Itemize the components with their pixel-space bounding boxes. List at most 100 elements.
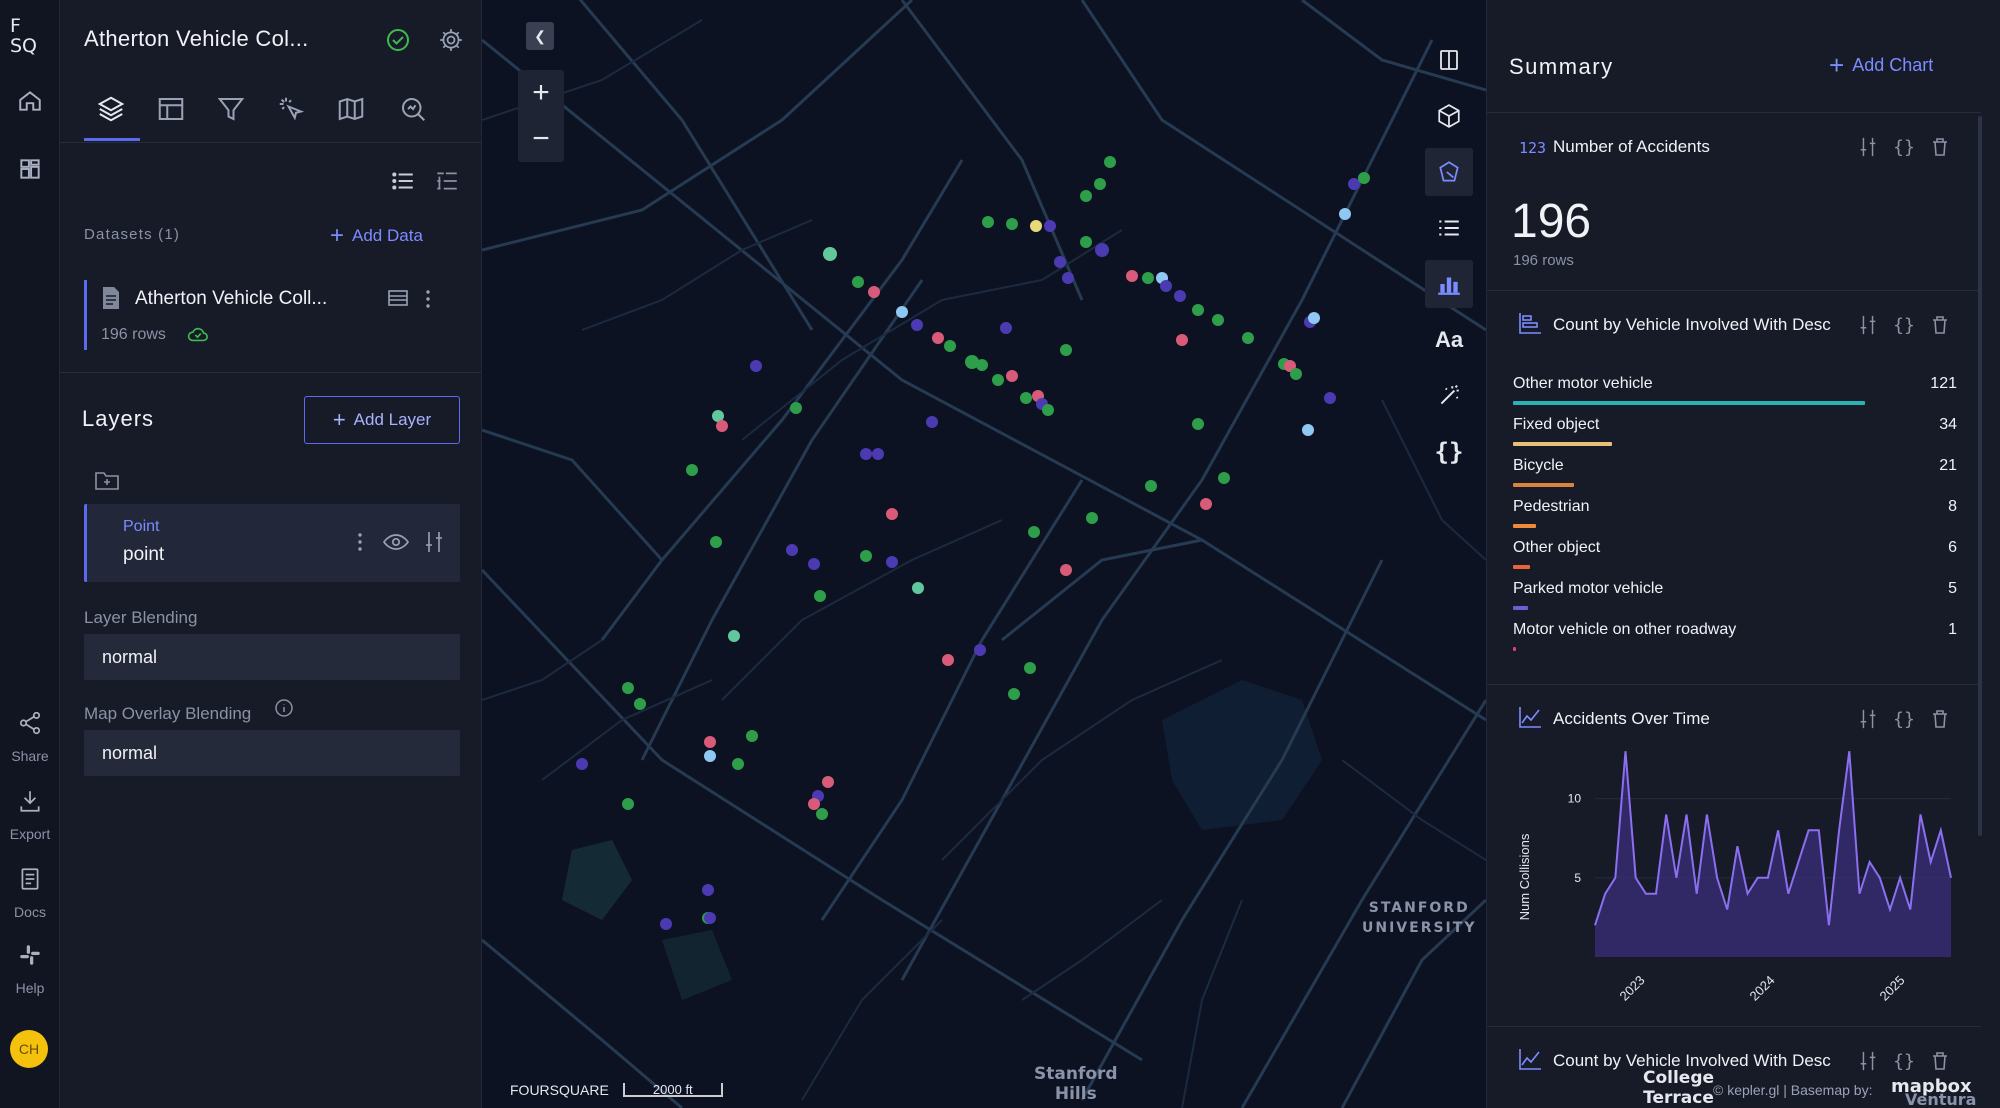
layer-name[interactable]: point: [123, 544, 164, 566]
card-settings-icon[interactable]: [1855, 1049, 1881, 1073]
docs-icon[interactable]: [17, 866, 43, 892]
layers-title: Layers: [82, 406, 155, 431]
cloud-synced-icon: [187, 327, 208, 342]
export-icon[interactable]: [17, 788, 43, 814]
map-label-stanford-hills: Stanford Hills: [1034, 1064, 1118, 1104]
info-icon[interactable]: [274, 698, 294, 718]
bar-row[interactable]: Pedestrian 8: [1513, 498, 1957, 538]
layer-settings-sliders-icon[interactable]: [423, 530, 445, 554]
card-code-icon[interactable]: {}: [1891, 707, 1917, 731]
tab-interaction-icon[interactable]: [276, 94, 306, 124]
tree-view-icon[interactable]: [434, 168, 460, 194]
export-label[interactable]: Export: [0, 826, 60, 842]
dashboard-icon[interactable]: [17, 156, 43, 182]
bar-fill: [1513, 606, 1528, 610]
tab-layers-icon[interactable]: [96, 94, 126, 124]
map-title[interactable]: Atherton Vehicle Col...: [84, 26, 309, 52]
dataset-rows: 196 rows: [101, 326, 166, 343]
text-button[interactable]: Aa: [1425, 316, 1473, 364]
bar-row[interactable]: Other motor vehicle 121: [1513, 375, 1957, 415]
bar-row[interactable]: Fixed object 34: [1513, 416, 1957, 456]
slack-icon[interactable]: [17, 942, 43, 968]
user-avatar[interactable]: CH: [10, 1030, 48, 1068]
share-label[interactable]: Share: [0, 748, 60, 764]
chart-button[interactable]: [1425, 260, 1473, 308]
magic-wand-button[interactable]: [1425, 372, 1473, 420]
layer-blending-select[interactable]: normal: [84, 634, 460, 680]
accident-count-rows: 196 rows: [1513, 252, 1574, 269]
split-map-button[interactable]: [1425, 36, 1473, 84]
bar-label: Other motor vehicle: [1513, 375, 1653, 392]
add-layer-button[interactable]: + Add Layer: [304, 396, 460, 444]
bar-value: 34: [1939, 416, 1957, 433]
card-code-icon[interactable]: {}: [1891, 135, 1917, 159]
legend-icon: [1439, 220, 1459, 236]
map-credits: © kepler.gl | Basemap by:: [1713, 1082, 1873, 1098]
text-icon: Aa: [1434, 327, 1464, 352]
accidents-over-time-chart[interactable]: Num Collisions 5 10 2023 2024 2025: [1501, 747, 1971, 1007]
bar-row[interactable]: Bicycle 21: [1513, 457, 1957, 497]
panel-tabs: [84, 88, 444, 142]
card-delete-icon[interactable]: [1927, 1049, 1953, 1073]
x-tick-label: 2024: [1747, 973, 1778, 1004]
summary-scrollbar[interactable]: [1978, 116, 1982, 836]
draw-button[interactable]: [1425, 148, 1473, 196]
summary-title: Summary: [1509, 54, 1614, 79]
share-icon[interactable]: [17, 710, 43, 736]
bar-value: 1: [1948, 621, 1957, 638]
legend-button[interactable]: [1425, 204, 1473, 252]
divider: [60, 372, 482, 373]
dataset-menu-icon[interactable]: [423, 288, 433, 310]
add-folder-icon[interactable]: [94, 468, 120, 492]
zoom-in-button[interactable]: +: [518, 70, 564, 116]
card-delete-icon[interactable]: [1927, 313, 1953, 337]
map-overlay-blending-select[interactable]: normal: [84, 730, 460, 776]
tab-search-icon[interactable]: [398, 94, 428, 124]
code-button[interactable]: {}: [1425, 428, 1473, 476]
docs-label[interactable]: Docs: [0, 904, 60, 920]
card-actions: {}: [1855, 707, 1965, 731]
bar-row[interactable]: Other object 6: [1513, 539, 1957, 579]
card-actions: {}: [1855, 1049, 1965, 1073]
card-delete-icon[interactable]: [1927, 135, 1953, 159]
show-table-icon[interactable]: [387, 288, 409, 308]
saved-check-icon: [387, 29, 409, 51]
bar-value: 121: [1930, 375, 1957, 392]
add-chart-button[interactable]: + Add Chart: [1829, 50, 1933, 81]
card3-title: Accidents Over Time: [1553, 709, 1710, 728]
visibility-eye-icon[interactable]: [383, 532, 409, 552]
card-settings-icon[interactable]: [1855, 313, 1881, 337]
settings-gear-icon[interactable]: [438, 27, 464, 53]
bar-label: Motor vehicle on other roadway: [1513, 621, 1737, 638]
tab-table-icon[interactable]: [156, 94, 186, 124]
bar-fill: [1513, 524, 1537, 528]
list-view-icon[interactable]: [390, 168, 416, 194]
collapse-panel-button[interactable]: ❮: [526, 22, 554, 50]
map-canvas[interactable]: ❮ + − STANFORD UNIVERSITY Stanford Hills…: [482, 0, 1486, 1108]
foursquare-logo[interactable]: F SQ: [10, 16, 50, 56]
card-delete-icon[interactable]: [1927, 707, 1953, 731]
card-settings-icon[interactable]: [1855, 135, 1881, 159]
summary-panel: Summary + Add Chart 123 Number of Acciden…: [1486, 0, 2000, 1108]
bar-fill: [1513, 442, 1612, 446]
bar-row[interactable]: Parked motor vehicle 5: [1513, 580, 1957, 620]
add-data-button[interactable]: + Add Data: [330, 222, 423, 250]
3d-cube-icon: [1438, 104, 1460, 128]
tab-basemap-icon[interactable]: [336, 94, 366, 124]
zoom-out-button[interactable]: −: [518, 116, 564, 162]
y-axis-label: Num Collisions: [1517, 833, 1532, 920]
bar-fill: [1513, 565, 1531, 569]
3d-view-button[interactable]: [1425, 92, 1473, 140]
card-settings-icon[interactable]: [1855, 707, 1881, 731]
card-code-icon[interactable]: {}: [1891, 1049, 1917, 1073]
layer-menu-icon[interactable]: [355, 530, 365, 554]
tab-filter-icon[interactable]: [216, 94, 246, 124]
layer-blending-label: Layer Blending: [84, 608, 198, 627]
bar-row[interactable]: Motor vehicle on other roadway 1: [1513, 621, 1957, 661]
card-code-icon[interactable]: {}: [1891, 313, 1917, 337]
dataset-item[interactable]: Atherton Vehicle Coll... 196 rows: [84, 280, 444, 350]
layer-item-point[interactable]: Point point: [84, 504, 460, 582]
card-accidents-over-time: Accidents Over Time {} Num Collisions 5 10…: [1487, 684, 1981, 1026]
help-label[interactable]: Help: [0, 980, 60, 996]
home-icon[interactable]: [17, 88, 43, 114]
